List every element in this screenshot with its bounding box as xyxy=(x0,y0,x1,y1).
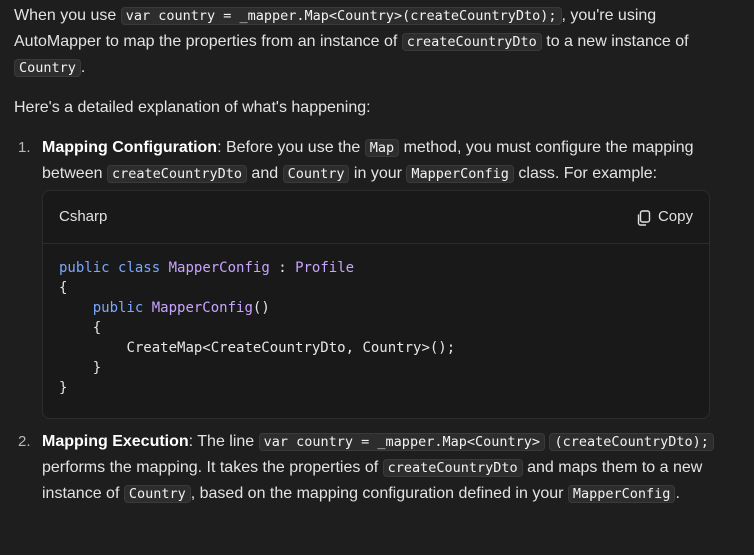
intro-text: to a new instance of xyxy=(541,33,689,50)
copy-label: Copy xyxy=(657,208,693,225)
list-number: 1. xyxy=(18,139,31,156)
inline-code: var country = _mapper.Map<Country>(creat… xyxy=(120,7,562,25)
step-text: in your xyxy=(349,165,407,182)
step-text: , based on the mapping configuration def… xyxy=(190,485,568,502)
code-type: Profile xyxy=(295,260,355,276)
inline-code: createCountryDto xyxy=(106,165,247,183)
step-title: Mapping Execution xyxy=(42,433,189,450)
code-punct: () xyxy=(252,300,270,316)
code-block-header: Csharp Copy xyxy=(43,191,709,244)
list-item: 1. Mapping Configuration: Before you use… xyxy=(14,135,740,419)
list-item: 2. Mapping Execution: The line var count… xyxy=(14,429,740,507)
inline-code: createCountryDto xyxy=(382,459,523,477)
step-text: . xyxy=(675,485,680,502)
step-text: performs the mapping. It takes the prope… xyxy=(42,459,383,476)
intro-text: When you use xyxy=(14,7,121,24)
inline-code: Country xyxy=(14,59,81,77)
code-punct: : xyxy=(269,260,296,276)
inline-code: Country xyxy=(282,165,350,183)
copy-button[interactable]: Copy xyxy=(637,204,693,230)
code-content: public class MapperConfig : Profile { pu… xyxy=(43,244,709,412)
intro-paragraph: When you use var country = _mapper.Map<C… xyxy=(14,3,740,81)
code-brace: } xyxy=(92,360,102,376)
code-type: MapperConfig xyxy=(168,260,270,276)
inline-code: MapperConfig xyxy=(406,165,514,183)
step-text: and xyxy=(246,165,283,182)
code-brace: { xyxy=(59,280,68,296)
inline-code: Country xyxy=(123,485,191,503)
inline-code: (createCountryDto); xyxy=(549,433,714,451)
inline-code: createCountryDto xyxy=(401,33,542,51)
code-brace: } xyxy=(59,380,68,396)
subheading: Here's a detailed explanation of what's … xyxy=(14,99,371,116)
code-statement: CreateMap<CreateCountryDto, Country>(); xyxy=(126,340,456,356)
copy-icon xyxy=(637,209,651,226)
inline-code: Map xyxy=(364,139,400,157)
code-keyword: public xyxy=(59,260,110,276)
code-keyword: class xyxy=(118,260,161,276)
code-brace: { xyxy=(92,320,102,336)
steps-list: 1. Mapping Configuration: Before you use… xyxy=(14,135,740,507)
code-function: MapperConfig xyxy=(151,300,253,316)
intro-text: . xyxy=(80,59,86,76)
list-number: 2. xyxy=(18,433,31,450)
step-text: class. For example: xyxy=(513,165,658,182)
chat-response: When you use var country = _mapper.Map<C… xyxy=(0,0,754,555)
code-keyword: public xyxy=(92,300,144,316)
step-text: : Before you use the xyxy=(217,139,365,156)
code-block: Csharp Copy public class MapperConfig : … xyxy=(42,190,710,419)
inline-code: var country = _mapper.Map<Country> xyxy=(258,433,545,451)
inline-code: MapperConfig xyxy=(567,485,676,503)
code-language-label: Csharp xyxy=(59,208,108,225)
step-title: Mapping Configuration xyxy=(42,139,218,156)
step-text: : The line xyxy=(188,433,259,450)
